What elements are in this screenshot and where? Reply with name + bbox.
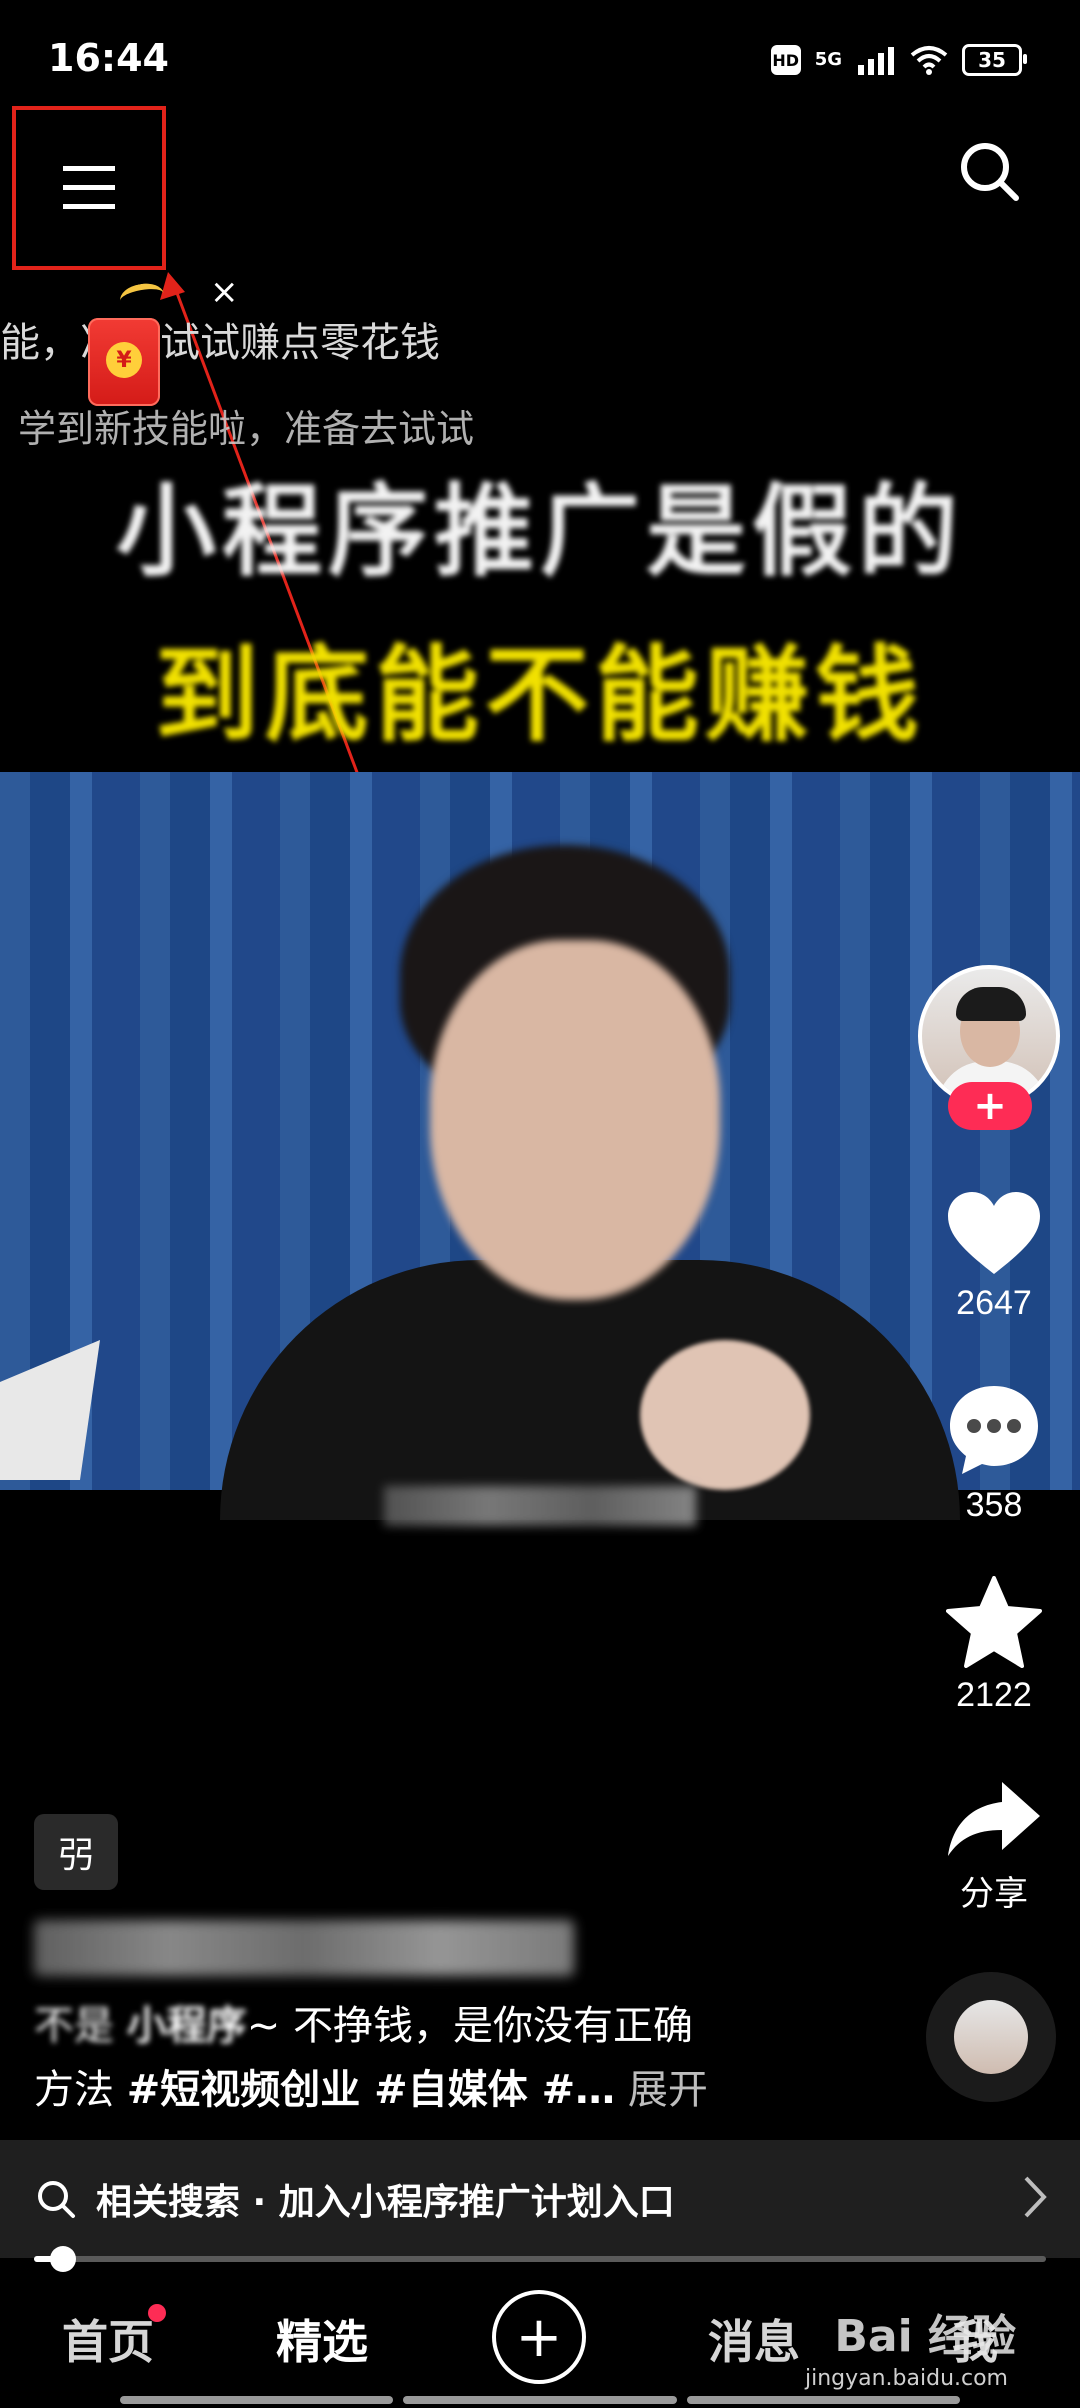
baidu-watermark-url: jingyan.baidu.com <box>804 2366 1008 2391</box>
caption-text: 方法 <box>34 2067 127 2113</box>
gesture-bar <box>120 2396 960 2404</box>
tag-chip[interactable]: 弜 <box>34 1814 118 1890</box>
favorite-button[interactable]: 2122 <box>924 1576 1064 1715</box>
comment-icon <box>950 1386 1038 1474</box>
video-person-face <box>430 940 720 1300</box>
caption-line1: 不是 小程序~ 不挣钱，是你没有正确 <box>34 1998 693 2054</box>
caption-hashtags[interactable]: #短视频创业 #自媒体 #… <box>127 2067 615 2113</box>
caption-keyword: 小程序 <box>126 2003 247 2049</box>
scrolling-ticker-text: 技能，准备试试赚点零花钱 <box>0 320 440 366</box>
chevron-right-icon <box>1024 2176 1047 2218</box>
video-person-hand <box>640 1340 810 1490</box>
expand-caption-button[interactable]: 展开 <box>615 2067 708 2113</box>
caption-text: ~ 不挣钱，是你没有正确 <box>246 2003 693 2049</box>
red-packet-button[interactable]: ¥ <box>88 318 160 406</box>
music-disc[interactable] <box>926 1972 1056 2102</box>
share-button[interactable]: 分享 <box>924 1778 1064 1915</box>
comment-count: 358 <box>965 1486 1023 1524</box>
follow-button[interactable]: + <box>948 1082 1032 1130</box>
share-arrow-icon <box>948 1782 1040 1856</box>
video-title-line2: 到底能不能赚钱 <box>154 634 925 756</box>
video-progress-bar[interactable] <box>34 2256 1046 2262</box>
nav-home[interactable]: 首页 <box>62 2306 154 2372</box>
related-search-bar[interactable]: 相关搜索 · 加入小程序推广计划入口 <box>0 2140 1080 2258</box>
notification-dot <box>148 2304 166 2322</box>
like-count: 2647 <box>956 1284 1032 1322</box>
create-post-button[interactable]: + <box>492 2290 586 2384</box>
music-disc-cover <box>954 2000 1028 2074</box>
nav-messages[interactable]: 消息 <box>708 2306 800 2372</box>
caption-line2: 方法 #短视频创业 #自媒体 #… 展开 <box>34 2062 708 2118</box>
scrolling-ticker-text-secondary: 学到新技能啦，准备去试试 <box>18 407 475 451</box>
star-icon <box>946 1576 1042 1668</box>
video-title-line1: 小程序推广是假的 <box>116 473 964 590</box>
comment-button[interactable]: 358 <box>924 1382 1064 1525</box>
video-progress-handle[interactable] <box>50 2246 77 2272</box>
share-label: 分享 <box>960 1875 1028 1913</box>
heart-icon <box>948 1192 1040 1274</box>
caption-text: 不是 <box>34 2003 127 2049</box>
nav-featured[interactable]: 精选 <box>276 2306 368 2372</box>
baidu-watermark: Bai 经验 <box>834 2311 1016 2362</box>
video-subtitle-blurred <box>384 1486 696 1526</box>
author-name-blurred[interactable] <box>34 1920 574 1976</box>
like-button[interactable]: 2647 <box>924 1190 1064 1323</box>
yuan-coin-icon: ¥ <box>106 342 142 378</box>
favorite-count: 2122 <box>956 1676 1032 1714</box>
red-packet-close-button[interactable]: × <box>210 272 239 312</box>
search-icon <box>38 2181 75 2218</box>
related-search-text: 相关搜索 · 加入小程序推广计划入口 <box>96 2182 675 2223</box>
